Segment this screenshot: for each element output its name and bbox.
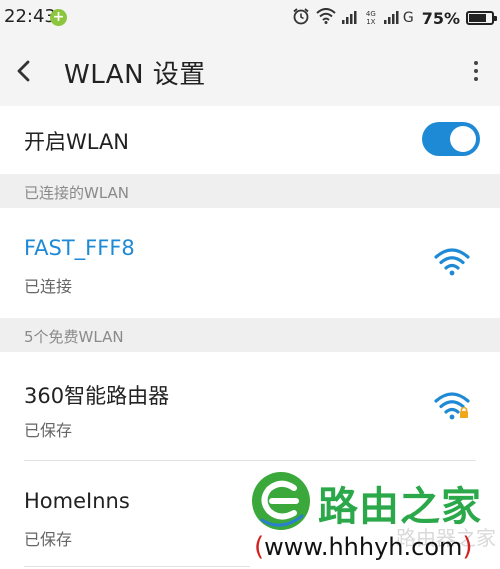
back-button[interactable] [8,53,44,89]
wlan-toggle-row[interactable]: 开启WLAN [0,106,500,174]
more-vertical-icon [474,61,478,65]
battery-icon [466,11,497,25]
wifi-signal-icon [434,248,470,276]
watermark-logo-icon [252,472,310,530]
wifi-network-status: 已连接 [24,277,73,296]
section-header-free: 5个免费WLAN [0,318,500,352]
wifi-network-name: 360智能路由器 [24,384,170,408]
wifi-locked-icon [434,392,470,420]
toolbar: WLAN 设置 [0,36,500,106]
watermark-url: (www.hhhyh.com) [254,532,473,562]
alarm-icon [292,7,310,29]
section-header-connected: 已连接的WLAN [0,174,500,208]
status-icons: 4G 1X G 75% [286,6,497,30]
battery-fill [469,14,486,22]
wifi-network-status: 已保存 [24,530,73,549]
chevron-left-icon [17,60,30,82]
status-bar: 22:43 + 4G 1X G 75% [0,0,500,36]
wifi-signal-icon [316,8,336,28]
wlan-toggle-label: 开启WLAN [24,130,130,154]
wifi-network-status: 已保存 [24,421,73,440]
more-options-button[interactable] [464,53,488,89]
page-title: WLAN 设置 [64,60,206,90]
watermark: 路由之家 路由器之家 (www.hhhyh.com) [248,466,500,569]
wifi-network-name: FAST_FFF8 [24,236,135,260]
list-divider [24,566,250,567]
battery-percent: 75% [421,8,460,28]
wifi-network-name: HomeInns [24,489,130,513]
status-time: 22:43 [4,6,56,27]
notification-badge-icon: + [50,9,67,26]
cell-signal-icon [383,9,400,28]
wlan-switch[interactable] [422,122,480,156]
network-type-label: 4G 1X [365,10,376,26]
wifi-network-row[interactable]: 360智能路由器 已保存 [0,352,500,458]
wifi-network-row[interactable]: FAST_FFF8 已连接 [0,208,500,314]
cell-signal-icon [341,9,358,28]
sim2-network-label: G [402,10,414,26]
switch-knob [450,126,476,152]
